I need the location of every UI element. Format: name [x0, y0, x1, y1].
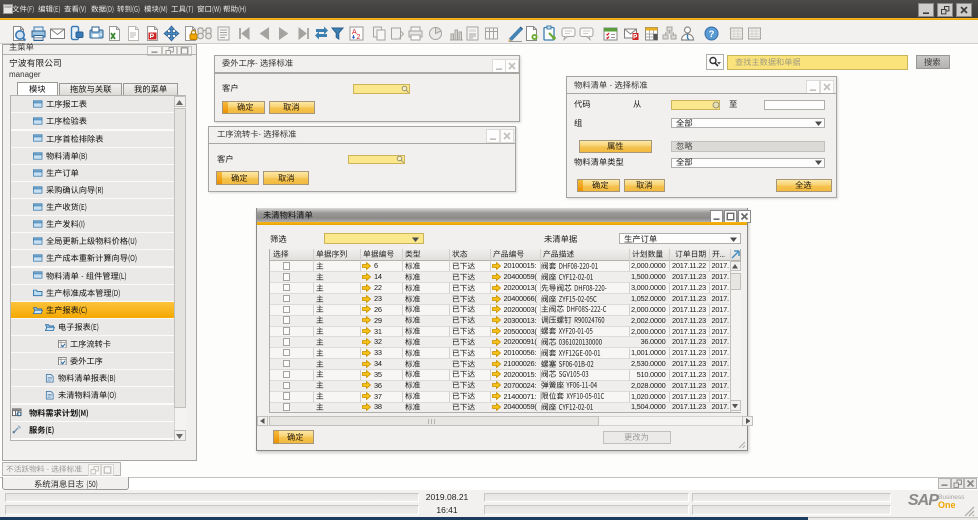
svg-text:?: ? [708, 29, 714, 40]
svg-text:2: 2 [356, 34, 360, 41]
